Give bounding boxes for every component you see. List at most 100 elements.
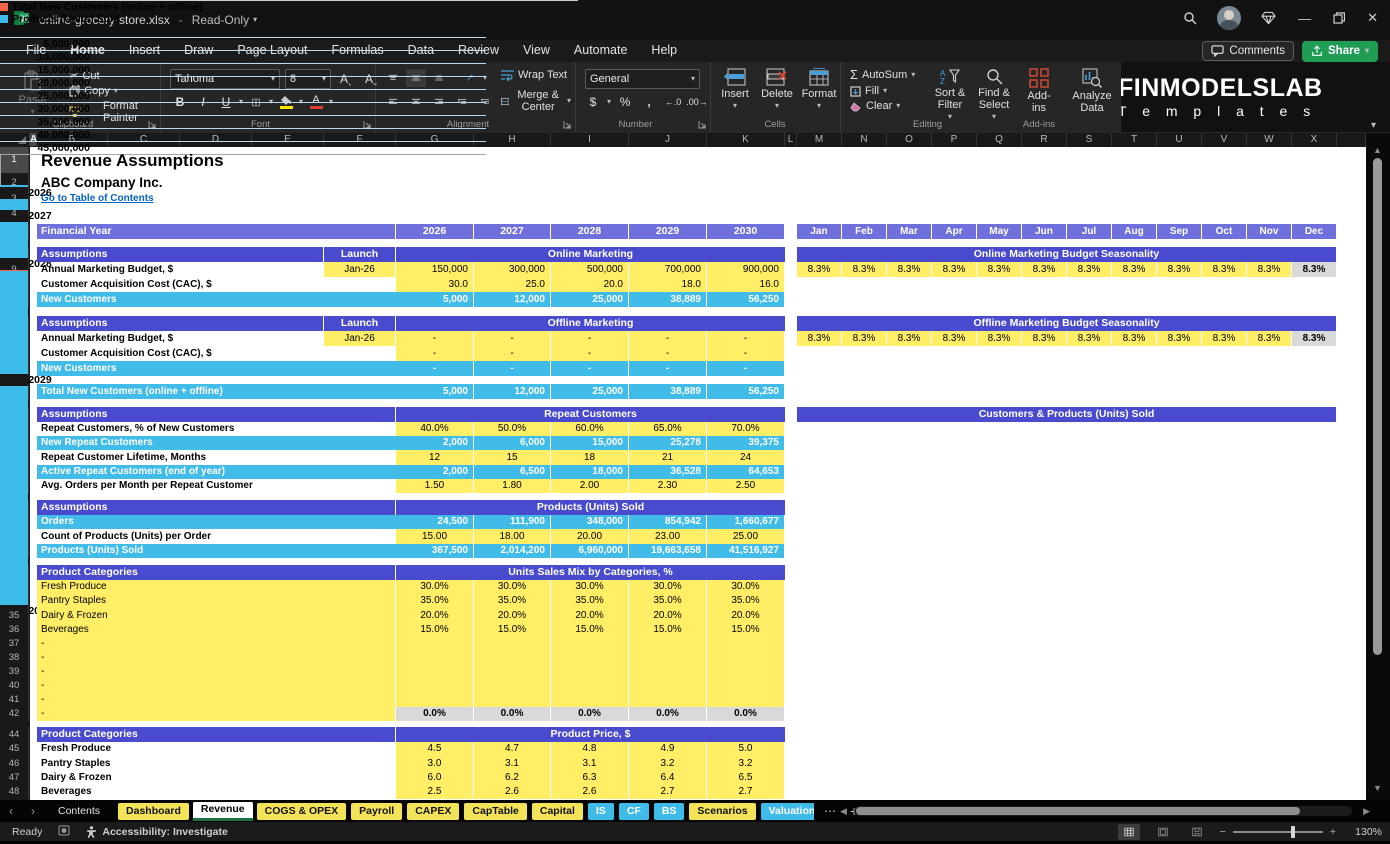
cell-G35[interactable]: 20.0%	[396, 608, 473, 623]
column-header-R[interactable]: R	[1022, 133, 1067, 146]
cell-H9[interactable]: 300,000	[474, 262, 550, 277]
cell-H36[interactable]: 15.0%	[474, 623, 550, 637]
tabs-scroll-right-icon[interactable]: ›	[22, 804, 44, 818]
section-title-13[interactable]: Offline Marketing	[396, 316, 785, 331]
cell-I48[interactable]: 2.6	[551, 785, 628, 799]
cell-K47[interactable]: 6.5	[707, 771, 784, 785]
menu-item-formulas[interactable]: Formulas	[320, 40, 396, 62]
column-header-M[interactable]: M	[797, 133, 842, 146]
cell-U6[interactable]: Sep	[1157, 224, 1201, 239]
cell-B14[interactable]: Annual Marketing Budget, $	[37, 331, 324, 346]
cell-H25[interactable]: 1.80	[474, 479, 550, 493]
cell-B29[interactable]: Count of Products (Units) per Order	[37, 529, 396, 544]
sheet-tab-capex[interactable]: CAPEX	[406, 801, 461, 821]
insert-cells-button[interactable]: Insert ▾	[714, 64, 756, 111]
number-format-select[interactable]: General ▾	[585, 69, 700, 89]
cell-H29[interactable]: 18.00	[474, 529, 550, 544]
cell-I46[interactable]: 3.1	[551, 756, 628, 771]
cell-K48[interactable]: 2.7	[707, 785, 784, 799]
cell-I41[interactable]	[551, 693, 628, 707]
cell-G47[interactable]: 6.0	[396, 771, 473, 785]
cell-J10[interactable]: 18.0	[629, 277, 706, 292]
cell-G22[interactable]: 2,000	[396, 436, 473, 450]
cell-H40[interactable]	[474, 679, 550, 693]
cell-B9[interactable]: Annual Marketing Budget, $	[37, 262, 324, 277]
cell-B44[interactable]: Product Categories	[37, 727, 395, 742]
cell-B27[interactable]: Assumptions	[37, 500, 395, 515]
align-middle-button[interactable]	[406, 69, 426, 87]
sheet-tab-dashboard[interactable]: Dashboard	[117, 801, 190, 821]
cell-U14[interactable]: 8.3%	[1157, 331, 1201, 346]
column-header-C[interactable]: C	[108, 133, 180, 146]
row-header-40[interactable]: 40	[0, 679, 29, 693]
cell-J35[interactable]: 20.0%	[629, 608, 706, 623]
cell-H11[interactable]: 12,000	[474, 292, 550, 307]
scroll-up-icon[interactable]: ▲	[1373, 145, 1382, 155]
currency-format-button[interactable]: $	[583, 93, 603, 111]
cell-K16[interactable]: -	[707, 361, 784, 376]
cell-G37[interactable]	[396, 637, 473, 651]
cell-G42[interactable]: 0.0%	[396, 707, 473, 721]
cell-J24[interactable]: 36,528	[629, 465, 706, 479]
cell-K18[interactable]: 56,250	[707, 384, 784, 399]
cell-N9[interactable]: 8.3%	[842, 262, 886, 277]
column-header-Q[interactable]: Q	[977, 133, 1022, 146]
share-button[interactable]: Share ▾	[1302, 40, 1378, 62]
cell-H21[interactable]: 50.0%	[474, 422, 550, 436]
sheet-tab-captable[interactable]: CapTable	[463, 801, 528, 821]
zoom-slider-thumb[interactable]	[1290, 825, 1295, 838]
cell-J47[interactable]: 6.4	[629, 771, 706, 785]
sheet-tab-cf[interactable]: CF	[617, 801, 650, 821]
section-title-20[interactable]: Repeat Customers	[396, 407, 785, 422]
cell-P14[interactable]: 8.3%	[932, 331, 976, 346]
cell-J6[interactable]: 2029	[629, 224, 706, 239]
cell-J23[interactable]: 21	[629, 450, 706, 465]
section-title-32[interactable]: Units Sales Mix by Categories, %	[396, 565, 785, 580]
cell-H35[interactable]: 20.0%	[474, 608, 550, 623]
cell-B28[interactable]: Orders	[37, 515, 396, 529]
cell-M6[interactable]: Jan	[797, 224, 841, 239]
cell-G10[interactable]: 30.0	[396, 277, 473, 292]
more-sheets-icon[interactable]: ⋯	[824, 804, 836, 818]
vertical-scrollbar[interactable]: ▲ ▼	[1366, 133, 1390, 800]
number-dialog-launcher[interactable]	[698, 120, 707, 129]
cell-H41[interactable]	[474, 693, 550, 707]
font-size-select[interactable]: 8 ▾	[285, 69, 331, 89]
column-header-N[interactable]: N	[842, 133, 887, 146]
cell-H22[interactable]: 6,000	[474, 436, 550, 450]
sheet-tab-is[interactable]: IS	[586, 801, 615, 821]
cell-J25[interactable]: 2.30	[629, 479, 706, 493]
cell-S9[interactable]: 8.3%	[1067, 262, 1111, 277]
cell-I33[interactable]: 30.0%	[551, 580, 628, 594]
company-name[interactable]: ABC Company Inc.	[37, 173, 437, 192]
cell-I6[interactable]: 2028	[551, 224, 628, 239]
scroll-down-icon[interactable]: ▼	[1373, 783, 1382, 793]
cell-I47[interactable]: 6.3	[551, 771, 628, 785]
cell-V14[interactable]: 8.3%	[1202, 331, 1246, 346]
column-header-D[interactable]: D	[180, 133, 252, 146]
cell-F8[interactable]: Launch	[324, 247, 395, 262]
cell-K36[interactable]: 15.0%	[707, 623, 784, 637]
alignment-dialog-launcher[interactable]	[563, 120, 572, 129]
cell-G18[interactable]: 5,000	[396, 384, 473, 399]
seasonality-header-13[interactable]: Offline Marketing Budget Seasonality	[797, 316, 1336, 331]
cell-I30[interactable]: 6,960,000	[551, 544, 628, 558]
column-header-F[interactable]: F	[324, 133, 396, 146]
cell-G14[interactable]: -	[396, 331, 473, 346]
seasonality-header-8[interactable]: Online Marketing Budget Seasonality	[797, 247, 1336, 262]
cell-I9[interactable]: 500,000	[551, 262, 628, 277]
column-header-P[interactable]: P	[932, 133, 977, 146]
cell-I21[interactable]: 60.0%	[551, 422, 628, 436]
cell-H18[interactable]: 12,000	[474, 384, 550, 399]
cell-G29[interactable]: 15.00	[396, 529, 473, 544]
cell-K6[interactable]: 2030	[707, 224, 784, 239]
comma-format-button[interactable]: ,	[639, 93, 659, 111]
cell-I45[interactable]: 4.8	[551, 742, 628, 756]
cell-J33[interactable]: 30.0%	[629, 580, 706, 594]
cell-I42[interactable]: 0.0%	[551, 707, 628, 721]
menu-item-review[interactable]: Review	[446, 40, 511, 62]
cell-G25[interactable]: 1.50	[396, 479, 473, 493]
menu-item-draw[interactable]: Draw	[172, 40, 225, 62]
cell-G15[interactable]: -	[396, 346, 473, 361]
cell-W14[interactable]: 8.3%	[1247, 331, 1291, 346]
